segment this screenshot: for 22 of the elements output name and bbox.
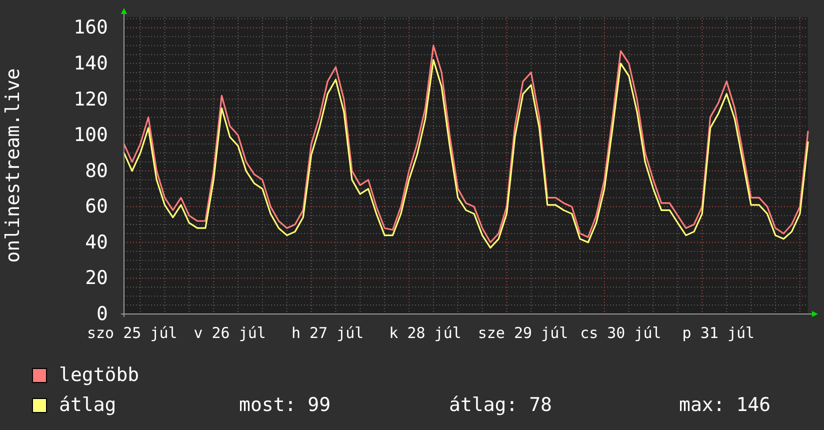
y-tick-label: 40 — [85, 231, 108, 254]
y-tick-label: 100 — [74, 124, 108, 146]
x-tick-label: k 28 júl — [389, 324, 462, 342]
x-tick-label: h 27 júl — [291, 324, 364, 342]
y-tick-label: 0 — [96, 303, 108, 325]
y-tick-label: 120 — [74, 88, 108, 110]
x-tick-label: p 31 júl — [682, 324, 755, 342]
legend-label: átlag — [59, 394, 118, 416]
x-tick-label: cs 30 júl — [580, 324, 662, 342]
y-tick-label: 20 — [85, 267, 108, 290]
legend-stat: max: 146 — [679, 394, 771, 416]
axis-title: onlinestream.live — [2, 68, 24, 263]
y-tick-label: 60 — [85, 196, 108, 218]
legend-stat: most: 99 — [239, 394, 332, 416]
legend-label: legtöbb — [59, 364, 140, 386]
y-tick-label: 160 — [74, 16, 108, 39]
x-tick-label: szo 25 júl — [86, 324, 178, 342]
legend-stat: átlag: 78 — [449, 394, 553, 416]
x-tick-label: v 26 júl — [194, 324, 266, 342]
y-tick-label: 80 — [85, 160, 108, 182]
x-tick-label: sze 29 júl — [478, 324, 568, 342]
y-tick-label: 140 — [74, 52, 108, 75]
